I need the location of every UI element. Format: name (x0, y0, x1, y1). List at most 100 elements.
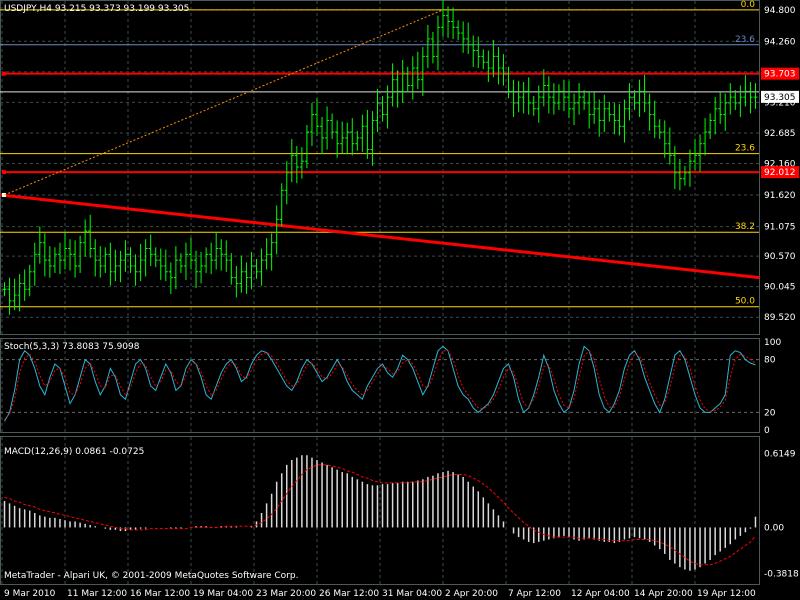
ohlc-bar (743, 75, 748, 107)
fibonacci-level-label: 0.0 (741, 0, 756, 10)
ohlc-bar (93, 239, 98, 277)
ohlc-bar (68, 239, 73, 271)
ohlc-bar (63, 232, 67, 270)
ohlc-bar (703, 118, 708, 156)
ohlc-bar (234, 265, 239, 298)
price-line-marker-label: 93.703 (764, 70, 796, 80)
ohlc-bar (133, 254, 138, 286)
ohlc-bar (209, 242, 214, 275)
axis-labels: 94.80094.26093.73593.21092.68592.16091.6… (761, 6, 799, 579)
ohlc-bar (355, 130, 360, 151)
ohlc-bar (496, 47, 501, 85)
ohlc-bar (723, 93, 728, 131)
ohlc-bar (521, 82, 526, 114)
ohlc-bar (486, 50, 491, 83)
fibonacci-level-label: 38.2 (735, 222, 755, 232)
ohlc-bar (375, 88, 380, 133)
stoch-axis-tick-label: 20 (764, 408, 776, 418)
ohlc-bar (390, 63, 395, 107)
ohlc-bar (73, 240, 78, 278)
x-axis-tick-label: 16 Mar 12:00 (130, 589, 190, 599)
copyright-text: MetaTrader - Alpari UK, © 2001-2009 Meta… (4, 571, 298, 581)
ohlc-bar (612, 102, 617, 135)
ohlc-bar (415, 51, 420, 89)
ohlc-bar (753, 83, 758, 109)
ohlc-bar (47, 246, 52, 278)
chart-window: 0.023.623.638.250.0 94.80094.26093.73593… (0, 0, 800, 600)
ohlc-bar (108, 242, 113, 286)
ohlc-bar (83, 219, 88, 257)
ohlc-bar (410, 56, 415, 100)
ohlc-bar (698, 134, 703, 172)
ohlc-bar (501, 54, 506, 86)
ohlc-bar (405, 66, 410, 93)
ohlc-bar (531, 95, 536, 116)
ohlc-bar (617, 104, 622, 136)
x-axis-tick-label: 9 Mar 2010 (4, 589, 56, 599)
ohlc-bar (733, 90, 738, 110)
ohlc-bar (98, 246, 103, 278)
ohlc-bar (335, 120, 340, 158)
ohlc-bar (143, 239, 148, 277)
price-grid (0, 1, 759, 334)
price-line-marker-label: 92.012 (764, 168, 796, 178)
ohlc-bar (32, 242, 37, 286)
macd-grid (1, 437, 696, 584)
ohlc-bar (118, 250, 123, 283)
ohlc-bar (582, 90, 587, 110)
current-price-label: 93.305 (764, 93, 796, 103)
ohlc-bar (138, 243, 143, 282)
ohlc-bar (42, 233, 47, 277)
ohlc-bar (632, 90, 637, 110)
ohlc-bar (269, 233, 274, 271)
ohlc-bar (289, 139, 294, 183)
ohlc-bar (304, 125, 309, 169)
ohlc-bar (466, 22, 471, 55)
ohlc-bar (370, 111, 375, 166)
ohlc-bar (587, 91, 592, 129)
ohlc-bar (264, 238, 269, 270)
line-anchor-handle (2, 170, 6, 175)
ohlc-bar (536, 85, 541, 123)
ohlc-bar (682, 165, 687, 186)
ohlc-bar (204, 247, 209, 273)
ohlc-bar (380, 95, 385, 122)
ohlc-bar (481, 49, 486, 70)
ohlc-bar (249, 251, 254, 290)
ohlc-bar (239, 255, 244, 293)
ohlc-bar (693, 139, 697, 171)
ohlc-bar (168, 262, 173, 294)
stoch-axis-tick-label: 80 (764, 356, 776, 366)
ohlc-bar (592, 92, 597, 124)
ohlc-bar (173, 246, 178, 290)
x-axis-tick-label: 7 Apr 12:00 (508, 589, 561, 599)
ohlc-bar (309, 102, 314, 147)
ohlc-bar (516, 80, 521, 113)
stoch-axis-tick-label: 0 (764, 426, 770, 436)
chart-canvas[interactable]: 0.023.623.638.250.0 94.80094.26093.73593… (0, 0, 800, 600)
ohlc-bar (325, 106, 330, 150)
ohlc-bar (299, 147, 304, 179)
ohlc-bar (718, 92, 723, 124)
price-axis-tick-label: 94.260 (764, 37, 796, 47)
ohlc-bar (652, 100, 657, 138)
ohlc-bar (451, 7, 456, 39)
x-axis-tick-label: 31 Mar 04:00 (382, 589, 442, 599)
ohlc-bar (541, 69, 546, 107)
ohlc-bar (183, 242, 188, 280)
ohlc-bar (561, 79, 566, 112)
ohlc-bar (163, 249, 168, 282)
ohlc-bar (577, 83, 582, 115)
ohlc-bar (219, 239, 224, 271)
ohlc-bar (320, 116, 325, 155)
ohlc-bar (556, 84, 561, 110)
stoch-grid (0, 339, 759, 432)
macd-pane-title: MACD(12,26,9) 0.0861 -0.0725 (4, 447, 144, 457)
ohlc-bar (88, 214, 93, 258)
ohlc-bar (284, 161, 289, 205)
ohlc-bar (22, 269, 27, 301)
ohlc-bar (350, 118, 355, 156)
ohlc-bar (526, 77, 531, 115)
x-axis-tick-label: 19 Mar 04:00 (193, 589, 253, 599)
ohlc-bar (254, 258, 259, 279)
